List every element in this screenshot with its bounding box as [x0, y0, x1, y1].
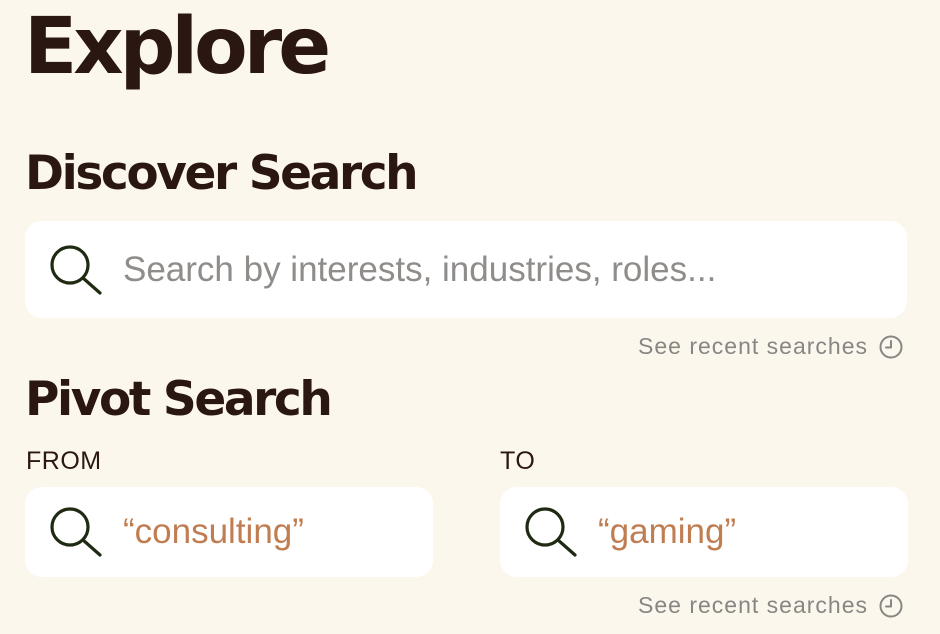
- discover-search-title: Discover Search: [25, 146, 419, 201]
- search-icon: [45, 502, 105, 562]
- see-recent-searches-link[interactable]: See recent searches: [638, 333, 904, 360]
- see-recent-searches-label: See recent searches: [638, 592, 868, 618]
- pivot-to-value: “gaming”: [598, 512, 737, 551]
- see-recent-searches-label: See recent searches: [638, 333, 868, 359]
- clock-icon: [878, 334, 904, 360]
- pivot-from-field[interactable]: “consulting”: [25, 487, 433, 577]
- clock-icon: [878, 593, 904, 619]
- to-label: TO: [500, 447, 536, 475]
- search-icon: [45, 240, 105, 300]
- from-label: FROM: [26, 447, 102, 475]
- discover-search-input[interactable]: [123, 239, 883, 300]
- pivot-to-field[interactable]: “gaming”: [500, 487, 908, 577]
- pivot-from-value: “consulting”: [123, 512, 304, 551]
- search-icon: [520, 502, 580, 562]
- page-title: Explore: [24, 2, 331, 92]
- pivot-search-title: Pivot Search: [25, 372, 333, 427]
- see-recent-searches-link[interactable]: See recent searches: [638, 592, 904, 619]
- discover-search-box[interactable]: [25, 221, 907, 318]
